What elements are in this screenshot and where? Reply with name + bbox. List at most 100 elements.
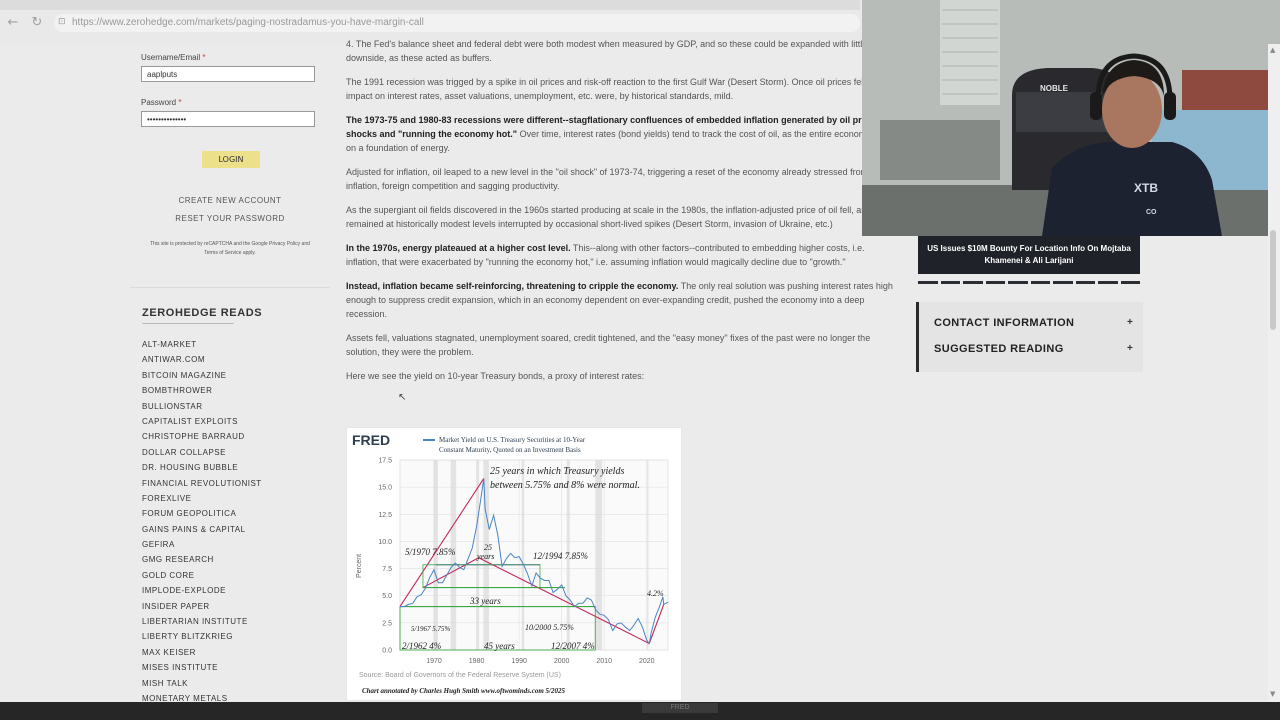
scrollbar-thumb[interactable] <box>1270 230 1276 330</box>
chart-annotation: 25 <box>484 543 492 552</box>
reads-item[interactable]: FORUM GEOPOLITICA <box>142 506 262 521</box>
login-button[interactable]: LOGIN <box>202 151 260 168</box>
y-tick-label: 0.0 <box>382 648 392 655</box>
reads-item[interactable]: FOREXLIVE <box>142 491 262 506</box>
reads-item[interactable]: IMPLODE-EXPLODE <box>142 583 262 598</box>
reads-item[interactable]: CAPITALIST EXPLOITS <box>142 414 262 429</box>
reads-item[interactable]: LIBERTARIAN INSTITUTE <box>142 614 262 629</box>
bold-lead: Instead, inflation became self-reinforci… <box>346 281 679 291</box>
reads-item[interactable]: GMG RESEARCH <box>142 552 262 567</box>
reads-item[interactable]: BOMBTHROWER <box>142 383 262 398</box>
reads-item[interactable]: BITCOIN MAGAZINE <box>142 368 262 383</box>
news-headline[interactable]: US Issues $10M Bounty For Location Info … <box>922 243 1136 267</box>
scroll-up-icon[interactable]: ▲ <box>1270 46 1275 54</box>
reset-password-link[interactable]: RESET YOUR PASSWORD <box>130 214 330 223</box>
password-field[interactable]: •••••••••••••• <box>141 111 315 127</box>
lock-icon: ⊡ <box>58 17 66 27</box>
url-text[interactable]: https://www.zerohedge.com/markets/paging… <box>72 17 424 28</box>
username-field[interactable]: aaplputs <box>141 66 315 82</box>
treasury-yield-chart[interactable]: FRED Market Yield on U.S. Treasury Secur… <box>346 427 682 701</box>
hoodie-small-text: CO <box>1146 209 1157 216</box>
chart-credit: Chart annotated by Charles Hugh Smith ww… <box>362 687 565 695</box>
reload-icon[interactable]: ↻ <box>28 14 46 32</box>
reads-item[interactable]: MAX KEISER <box>142 645 262 660</box>
article-paragraph: Adjusted for inflation, oil leaped to a … <box>346 167 896 191</box>
expand-plus-icon[interactable]: + <box>1127 343 1133 354</box>
page-scrollbar[interactable] <box>1268 44 1280 702</box>
x-tick-label: 2010 <box>596 658 612 665</box>
carousel-dot[interactable] <box>1075 281 1095 284</box>
sidebar-divider <box>130 287 330 288</box>
reads-list: ALT-MARKET ANTIWAR.COM BITCOIN MAGAZINE BOM… <box>142 337 262 706</box>
fred-logo: FRED <box>352 432 390 448</box>
chart-title-line2: Constant Maturity, Quoted on an Investme… <box>439 446 581 454</box>
x-tick-label: 2000 <box>554 658 570 665</box>
carousel-dot[interactable] <box>985 281 1005 284</box>
y-tick-label: 2.5 <box>382 620 392 627</box>
carousel-dot[interactable] <box>1008 281 1028 284</box>
reads-item[interactable]: ALT-MARKET <box>142 337 262 352</box>
article-body: 4. The Fed's balance sheet and federal d… <box>346 37 898 393</box>
taskbar-item[interactable]: FRED <box>642 703 718 713</box>
chart-svg: FRED Market Yield on U.S. Treasury Secur… <box>352 432 669 695</box>
article-paragraph: Here we see the yield on 10-year Treasur… <box>346 371 645 381</box>
article-paragraph: Instead, inflation became self-reinforci… <box>346 279 898 321</box>
article-paragraph: The 1973-75 and 1980-83 recessions were … <box>346 113 898 155</box>
hoodie-logo: XTB <box>1134 181 1158 195</box>
carousel-dot[interactable] <box>1098 281 1118 284</box>
create-account-link[interactable]: CREATE NEW ACCOUNT <box>130 196 330 205</box>
reads-item[interactable]: DR. HOUSING BUBBLE <box>142 460 262 475</box>
chart-annotation: 12/2007 4% <box>551 641 595 651</box>
carousel-dot[interactable] <box>918 281 938 284</box>
webcam-overlay: NOBLE XTB CO <box>862 0 1280 236</box>
webcam-image: NOBLE XTB CO <box>862 0 1280 236</box>
chart-annotation: 5/1970 7.85% <box>405 547 456 557</box>
carousel-indicators[interactable] <box>918 281 1140 284</box>
chart-title-line1: Market Yield on U.S. Treasury Securities… <box>439 436 586 444</box>
carousel-dot[interactable] <box>1053 281 1073 284</box>
back-icon[interactable]: ← <box>4 14 22 32</box>
expand-plus-icon[interactable]: + <box>1127 317 1133 328</box>
suggested-reading-toggle[interactable]: SUGGESTED READING <box>934 343 1064 355</box>
x-tick-label: 1990 <box>511 658 527 665</box>
article-paragraph: As the supergiant oil fields discovered … <box>346 205 872 229</box>
reads-item[interactable]: FINANCIAL REVOLUTIONIST <box>142 476 262 491</box>
y-tick-label: 12.5 <box>378 512 392 519</box>
recession-band <box>647 460 649 650</box>
reads-item[interactable]: MISH TALK <box>142 676 262 691</box>
mouse-cursor-icon: ↖ <box>398 392 407 403</box>
chart-annotation: 12/1994 7.85% <box>533 551 588 561</box>
y-tick-label: 7.5 <box>382 566 392 573</box>
scroll-down-icon[interactable]: ▼ <box>1270 690 1275 698</box>
chart-annotation: 2/1962 4% <box>402 641 441 651</box>
username-label: Username/Email * <box>141 53 206 62</box>
carousel-dot[interactable] <box>940 281 960 284</box>
reads-item[interactable]: MISES INSTITUTE <box>142 660 262 675</box>
contact-information-toggle[interactable]: CONTACT INFORMATION <box>934 317 1074 329</box>
reads-item[interactable]: GOLD CORE <box>142 568 262 583</box>
reads-item[interactable]: CHRISTOPHE BARRAUD <box>142 429 262 444</box>
reads-item[interactable]: LIBERTY BLITZKRIEG <box>142 629 262 644</box>
chair-logo: NOBLE <box>1040 84 1069 93</box>
carousel-dot[interactable] <box>1030 281 1050 284</box>
reads-item[interactable]: GEFIRA <box>142 537 262 552</box>
article-paragraph: In the 1970s, energy plateaued at a high… <box>346 241 898 269</box>
reads-item[interactable]: ANTIWAR.COM <box>142 352 262 367</box>
carousel-dot[interactable] <box>1120 281 1140 284</box>
chart-annotation: 5/1967 5.75% <box>411 625 450 633</box>
reads-item[interactable]: INSIDER PAPER <box>142 599 262 614</box>
reads-item[interactable]: DOLLAR COLLAPSE <box>142 445 262 460</box>
reads-item[interactable]: GAINS PAINS & CAPITAL <box>142 522 262 537</box>
password-label: Password * <box>141 98 182 107</box>
reads-item[interactable]: BULLIONSTAR <box>142 399 262 414</box>
chart-annotation: 10/2000 5.75% <box>525 623 574 632</box>
y-tick-label: 10.0 <box>378 539 392 546</box>
reads-underline <box>142 323 234 324</box>
chart-annotation: years <box>476 552 494 561</box>
x-tick-label: 1970 <box>426 658 442 665</box>
carousel-dot[interactable] <box>963 281 983 284</box>
captcha-notice: This site is protected by reCAPTCHA and … <box>150 241 310 256</box>
chart-annotation: 33 years <box>469 596 501 606</box>
chart-source: Source: Board of Governors of the Federa… <box>359 672 561 679</box>
tab-strip <box>0 0 860 10</box>
